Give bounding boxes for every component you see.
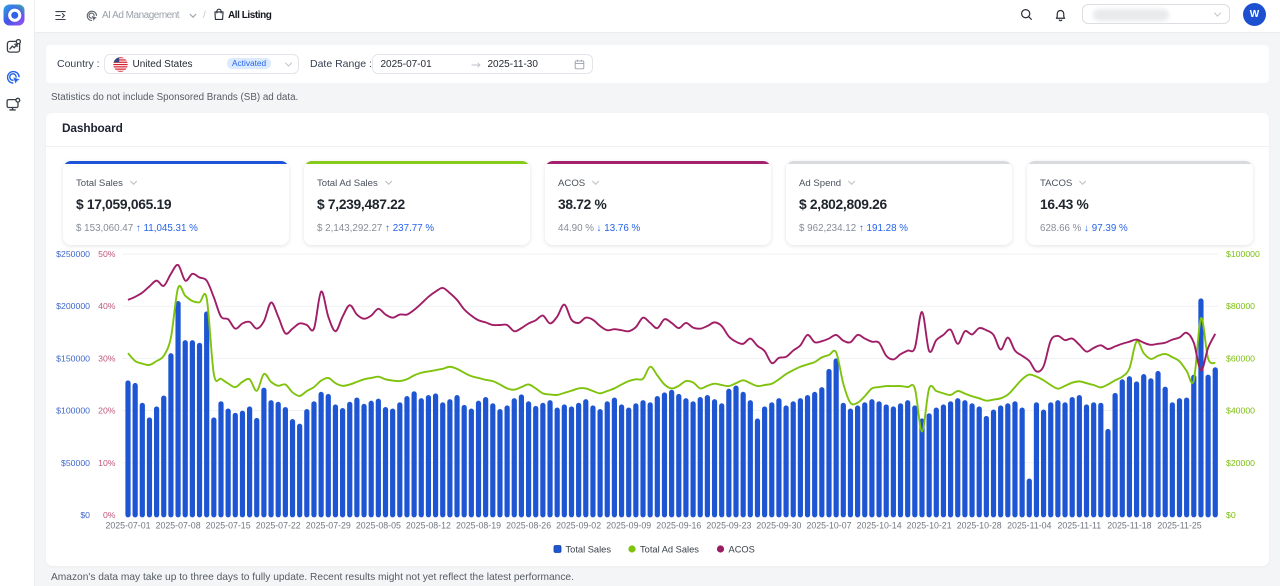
svg-text:2025-07-08: 2025-07-08 xyxy=(156,521,201,531)
svg-text:2025-10-07: 2025-10-07 xyxy=(807,521,852,531)
svg-text:$100000: $100000 xyxy=(56,406,90,416)
svg-text:10%: 10% xyxy=(98,458,116,468)
svg-text:$80000: $80000 xyxy=(1226,301,1255,311)
svg-text:Total Ad Sales: Total Ad Sales xyxy=(640,545,699,555)
svg-text:$0: $0 xyxy=(1226,510,1236,520)
svg-text:2025-08-26: 2025-08-26 xyxy=(506,521,551,531)
svg-text:2025-11-04: 2025-11-04 xyxy=(1007,521,1051,531)
svg-text:2025-09-30: 2025-09-30 xyxy=(756,521,801,531)
svg-text:20%: 20% xyxy=(98,406,116,416)
svg-text:50%: 50% xyxy=(98,249,116,259)
svg-text:2025-09-09: 2025-09-09 xyxy=(606,521,651,531)
svg-text:2025-10-21: 2025-10-21 xyxy=(907,521,952,531)
svg-text:2025-10-28: 2025-10-28 xyxy=(957,521,1002,531)
svg-text:2025-11-25: 2025-11-25 xyxy=(1157,521,1201,531)
svg-text:$150000: $150000 xyxy=(56,353,90,363)
svg-text:2025-11-18: 2025-11-18 xyxy=(1107,521,1151,531)
svg-text:$100000: $100000 xyxy=(1226,249,1260,259)
svg-text:2025-09-16: 2025-09-16 xyxy=(656,521,701,531)
svg-text:2025-08-19: 2025-08-19 xyxy=(456,521,501,531)
svg-text:ACOS: ACOS xyxy=(729,545,755,555)
svg-text:2025-09-02: 2025-09-02 xyxy=(556,521,601,531)
svg-text:Total Sales: Total Sales xyxy=(566,545,612,555)
svg-text:2025-07-01: 2025-07-01 xyxy=(106,521,151,531)
svg-text:2025-08-05: 2025-08-05 xyxy=(356,521,401,531)
svg-text:2025-10-14: 2025-10-14 xyxy=(857,521,902,531)
svg-text:30%: 30% xyxy=(98,353,116,363)
svg-text:$20000: $20000 xyxy=(1226,458,1255,468)
svg-text:2025-07-22: 2025-07-22 xyxy=(256,521,301,531)
svg-text:40%: 40% xyxy=(98,301,116,311)
svg-text:$40000: $40000 xyxy=(1226,406,1255,416)
svg-text:$0: $0 xyxy=(80,510,90,520)
svg-text:2025-08-12: 2025-08-12 xyxy=(406,521,451,531)
svg-text:$200000: $200000 xyxy=(56,301,90,311)
svg-text:$250000: $250000 xyxy=(56,249,90,259)
svg-text:2025-09-23: 2025-09-23 xyxy=(706,521,751,531)
svg-text:$50000: $50000 xyxy=(61,458,90,468)
svg-text:0%: 0% xyxy=(103,510,116,520)
svg-text:$60000: $60000 xyxy=(1226,353,1255,363)
svg-text:2025-07-29: 2025-07-29 xyxy=(306,521,351,531)
svg-text:2025-07-15: 2025-07-15 xyxy=(206,521,251,531)
svg-text:2025-11-11: 2025-11-11 xyxy=(1057,521,1101,531)
